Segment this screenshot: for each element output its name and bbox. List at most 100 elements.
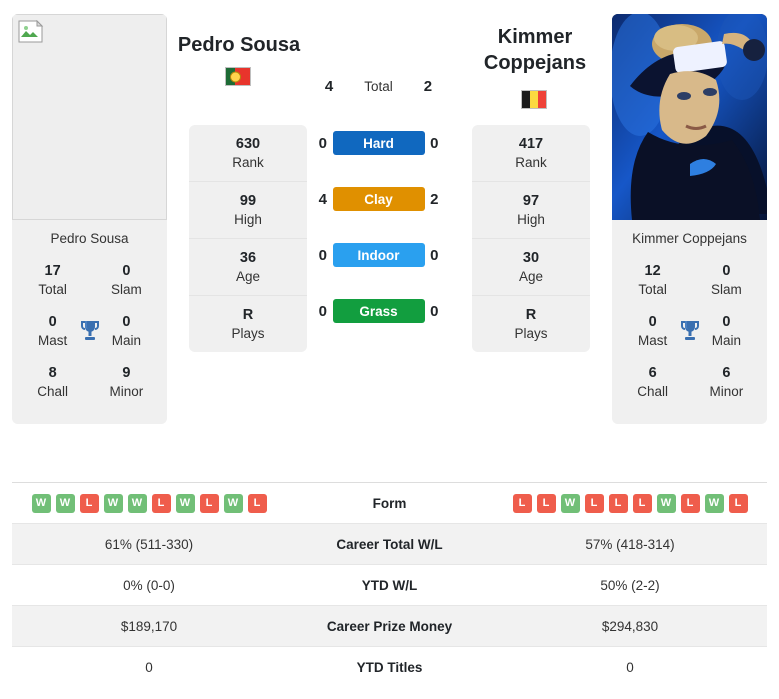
right-form-strip: LLWLLLWLWL <box>494 493 766 513</box>
h2h-indoor-row: 0 Indoor 0 <box>313 243 444 267</box>
trophy-icon <box>80 321 99 341</box>
form-badge-1[interactable]: L <box>512 493 532 513</box>
form-badge-4[interactable]: L <box>584 493 604 513</box>
h2h-clay-row: 4 Clay 2 <box>313 187 444 211</box>
right-titles-main: 0 Main <box>711 313 741 349</box>
h2h-grass-left: 0 <box>318 302 327 320</box>
h2h-total-left: 4 <box>324 78 334 95</box>
broken-image-icon <box>18 20 44 43</box>
table-row-career-wl: 61% (511-330) Career Total W/L 57% (418-… <box>12 523 767 565</box>
left-player-caption: Pedro Sousa <box>12 220 167 255</box>
form-left-cell: WWLWWLWLWL <box>12 482 286 524</box>
h2h-hard-left: 0 <box>318 134 327 152</box>
h2h-clay-left: 4 <box>318 190 327 208</box>
form-badge-9[interactable]: W <box>223 493 243 513</box>
comparison-stats-table: WWLWWLWLWL Form LLWLLLWLWL 61% (511-330)… <box>12 482 767 688</box>
right-stat-rank: 417 Rank <box>472 125 590 182</box>
right-titles-minor: 6 Minor <box>709 364 744 399</box>
left-titles-main: 0 Main <box>111 313 141 349</box>
left-titles-minor: 9 Minor <box>109 364 144 399</box>
form-badge-9[interactable]: W <box>704 493 724 513</box>
form-badge-10[interactable]: L <box>247 493 267 513</box>
form-badge-3[interactable]: W <box>560 493 580 513</box>
row-label-prize-money: Career Prize Money <box>286 605 493 647</box>
surface-badge-indoor[interactable]: Indoor <box>332 243 425 267</box>
form-badge-5[interactable]: W <box>127 493 147 513</box>
ytd-wl-left: 0% (0-0) <box>12 564 286 606</box>
right-stat-high: 97 High <box>472 182 590 239</box>
left-titles-total: 17 Total <box>38 263 67 298</box>
left-titles-grid: 17 Total 0 Slam 0 Mast 0 Main 8 Chall 9 … <box>12 255 167 424</box>
left-stat-plays: R Plays <box>231 306 265 341</box>
comparison-top: Pedro Sousa 17 Total 0 Slam 0 Mast 0 Mai… <box>0 0 779 474</box>
ytd-titles-left: 0 <box>12 646 286 688</box>
left-stat-age: 36 Age <box>189 239 307 296</box>
table-row-ytd-wl: 0% (0-0) YTD W/L 50% (2-2) <box>12 564 767 606</box>
player-photo-illustration <box>612 14 767 220</box>
row-label-ytd-wl: YTD W/L <box>286 564 493 606</box>
h2h-indoor-right: 0 <box>430 246 439 264</box>
left-player-card: Pedro Sousa 17 Total 0 Slam 0 Mast 0 Mai… <box>12 14 167 424</box>
left-stat-high: 99 High <box>189 182 307 239</box>
left-titles-slam: 0 Slam <box>110 263 142 298</box>
h2h-total-label: Total <box>364 79 393 94</box>
h2h-clay-right: 2 <box>430 190 439 208</box>
h2h-hard-row: 0 Hard 0 <box>313 131 444 155</box>
form-badge-10[interactable]: L <box>728 493 748 513</box>
surface-badge-grass[interactable]: Grass <box>332 299 425 323</box>
h2h-hard-right: 0 <box>430 134 439 152</box>
form-badge-2[interactable]: W <box>55 493 75 513</box>
prize-money-right: $294,830 <box>493 605 767 647</box>
prize-money-left: $189,170 <box>12 605 286 647</box>
left-titles-masters: 0 Mast <box>37 313 68 349</box>
form-badge-6[interactable]: L <box>151 493 171 513</box>
right-titles-total: 12 Total <box>638 263 667 298</box>
right-stat-plays: R Plays <box>514 306 548 341</box>
left-player-photo <box>12 14 167 220</box>
left-titles-chall: 8 Chall <box>37 364 68 399</box>
table-row-ytd-titles: 0 YTD Titles 0 <box>12 646 767 688</box>
right-stat-age: 30 Age <box>472 239 590 296</box>
right-player-photo <box>612 14 767 220</box>
right-titles-grid: 12 Total 0 Slam 0 Mast 0 Main 6 Chall 6 … <box>612 255 767 424</box>
h2h-total-row: 4 Total 2 <box>313 78 444 95</box>
right-titles-chall: 6 Chall <box>637 364 668 399</box>
surface-badge-clay[interactable]: Clay <box>332 187 425 211</box>
form-badge-5[interactable]: L <box>608 493 628 513</box>
surface-badge-hard[interactable]: Hard <box>332 131 425 155</box>
row-label-ytd-titles: YTD Titles <box>286 646 493 688</box>
form-badge-4[interactable]: W <box>103 493 123 513</box>
form-badge-8[interactable]: L <box>680 493 700 513</box>
form-badge-7[interactable]: W <box>175 493 195 513</box>
form-badge-8[interactable]: L <box>199 493 219 513</box>
table-row-form: WWLWWLWLWL Form LLWLLLWLWL <box>12 482 767 524</box>
left-trophy-icon-wrap <box>75 318 104 344</box>
form-badge-6[interactable]: L <box>632 493 652 513</box>
h2h-indoor-left: 0 <box>318 246 327 264</box>
head-to-head-column: 4 Total 2 0 Hard 0 4 Clay 2 0 Indoor 0 0… <box>307 14 450 323</box>
career-wl-right: 57% (418-314) <box>493 523 767 565</box>
form-badge-1[interactable]: W <box>31 493 51 513</box>
h2h-grass-right: 0 <box>430 302 439 320</box>
right-titles-masters: 0 Mast <box>637 313 668 349</box>
form-badge-7[interactable]: W <box>656 493 676 513</box>
table-row-prize-money: $189,170 Career Prize Money $294,830 <box>12 605 767 647</box>
trophy-icon <box>680 321 699 341</box>
left-stat-column: 630 Rank 99 High 36 Age R Plays <box>189 14 307 352</box>
right-trophy-icon-wrap <box>675 318 704 344</box>
ytd-wl-right: 50% (2-2) <box>493 564 767 606</box>
player-comparison-page: Pedro Sousa Kimmer Coppejans Pedro Sousa… <box>0 0 779 699</box>
row-label-career-wl: Career Total W/L <box>286 523 493 565</box>
right-player-caption: Kimmer Coppejans <box>612 220 767 255</box>
right-titles-slam: 0 Slam <box>710 263 742 298</box>
h2h-grass-row: 0 Grass 0 <box>313 299 444 323</box>
form-badge-2[interactable]: L <box>536 493 556 513</box>
left-form-strip: WWLWWLWLWL <box>13 493 285 513</box>
h2h-total-right: 2 <box>423 78 433 95</box>
career-wl-left: 61% (511-330) <box>12 523 286 565</box>
right-stat-column: 417 Rank 97 High 30 Age R Plays <box>472 14 590 352</box>
form-right-cell: LLWLLLWLWL <box>493 482 767 524</box>
right-player-card: Kimmer Coppejans 12 Total 0 Slam 0 Mast … <box>612 14 767 424</box>
row-label-form: Form <box>286 482 493 524</box>
form-badge-3[interactable]: L <box>79 493 99 513</box>
